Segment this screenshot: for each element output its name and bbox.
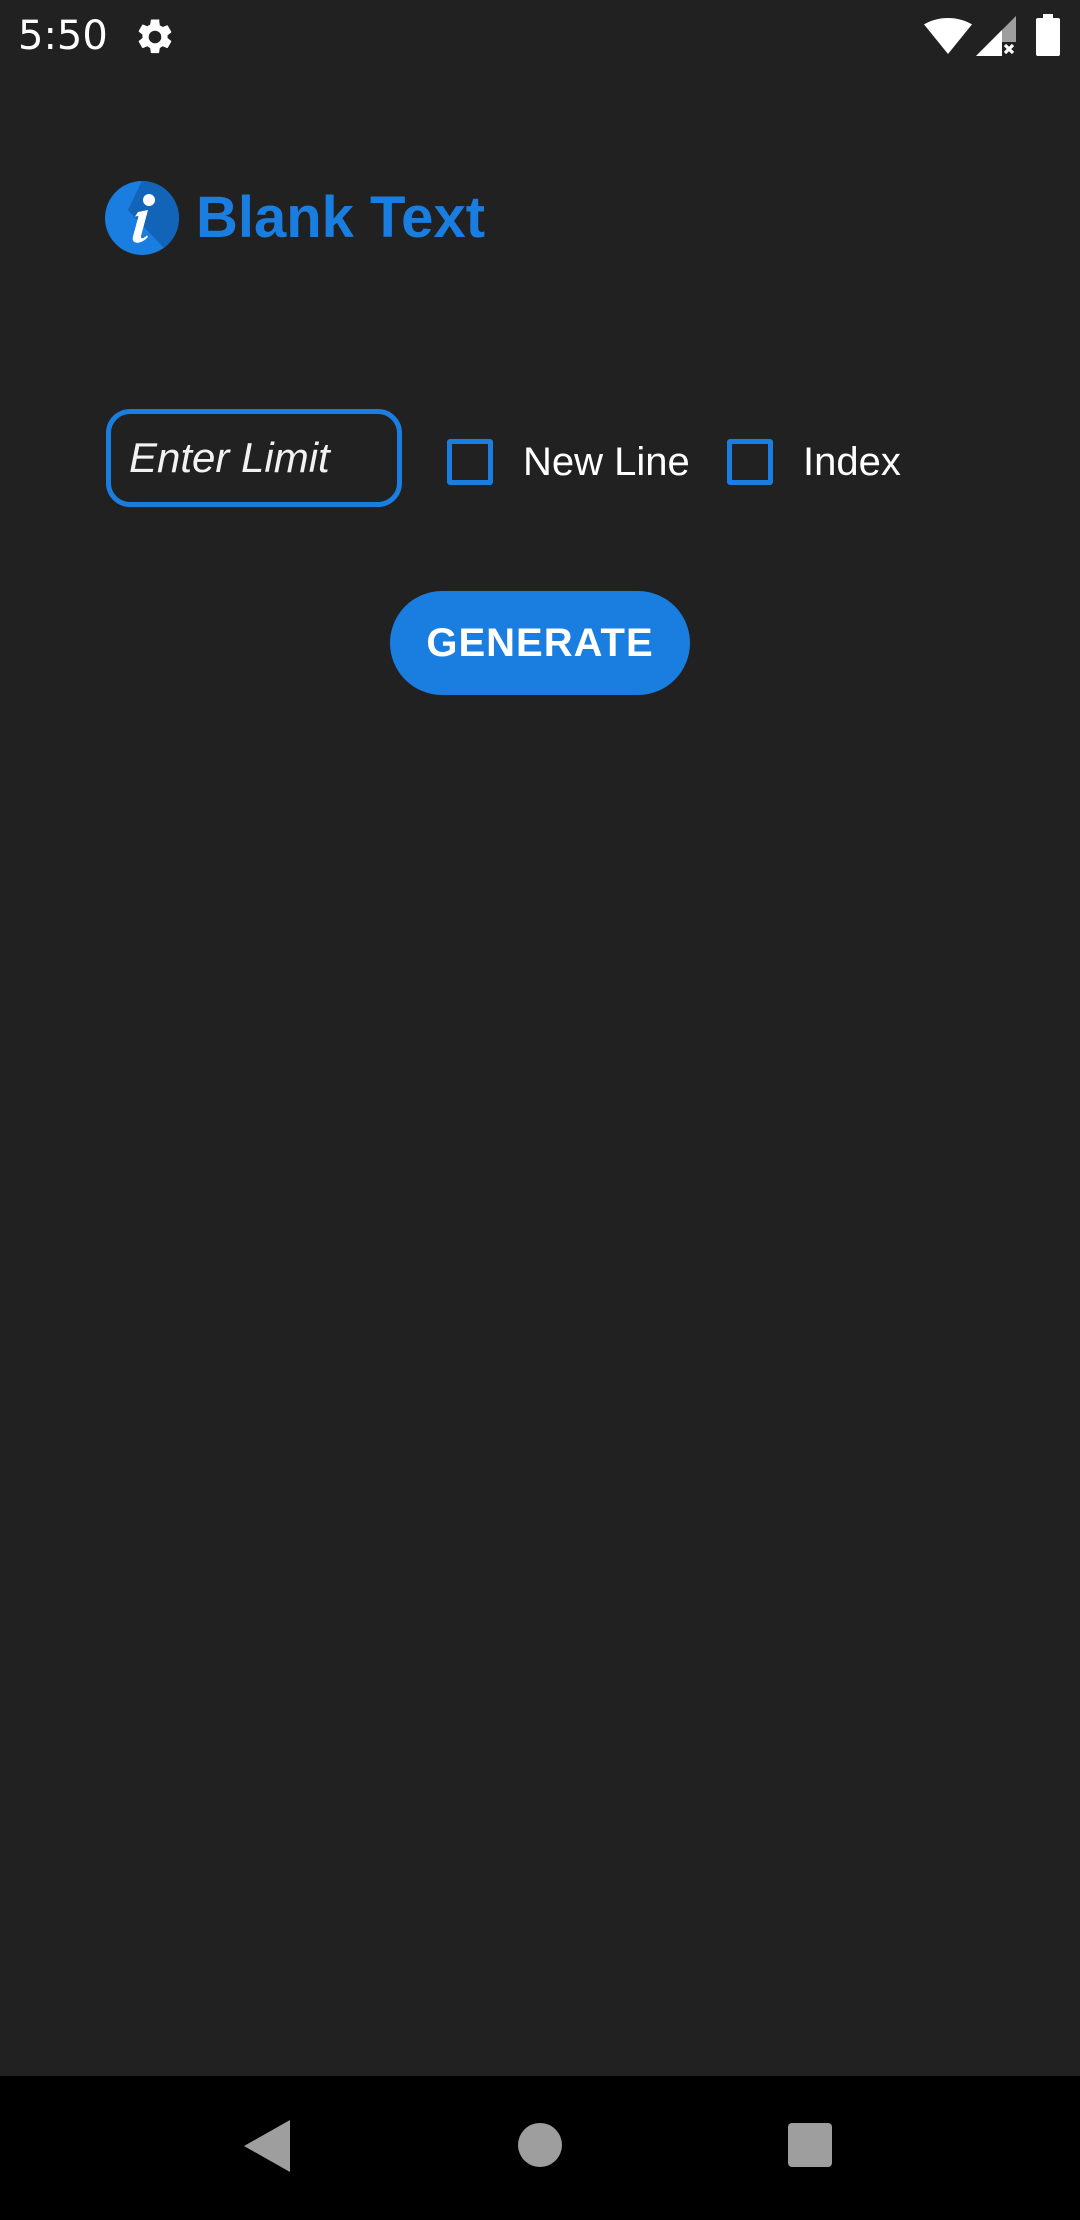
index-checkbox[interactable]: Index (727, 436, 901, 488)
navigation-bar (0, 2076, 1080, 2220)
new-line-label: New Line (523, 439, 690, 484)
new-line-checkbox[interactable]: New Line (447, 436, 690, 488)
signal-icon (976, 16, 1016, 56)
index-checkbox-box[interactable] (727, 439, 773, 485)
info-icon (105, 181, 180, 255)
app-screen: 5:50 Blank Text New Line (0, 0, 1080, 2220)
gear-icon (138, 19, 172, 54)
wifi-icon (924, 18, 972, 54)
index-label: Index (803, 439, 901, 484)
app-title: Blank Text (196, 185, 486, 250)
app-header: Blank Text (104, 178, 485, 258)
battery-icon (1036, 14, 1060, 56)
home-icon[interactable] (518, 2123, 562, 2167)
recents-icon[interactable] (788, 2123, 832, 2167)
status-time: 5:50 (18, 13, 108, 59)
status-bar: 5:50 (0, 0, 1080, 72)
limit-input[interactable] (106, 409, 402, 507)
new-line-checkbox-box[interactable] (447, 439, 493, 485)
back-icon[interactable] (244, 2120, 290, 2172)
generate-button[interactable]: GENERATE (390, 591, 690, 695)
